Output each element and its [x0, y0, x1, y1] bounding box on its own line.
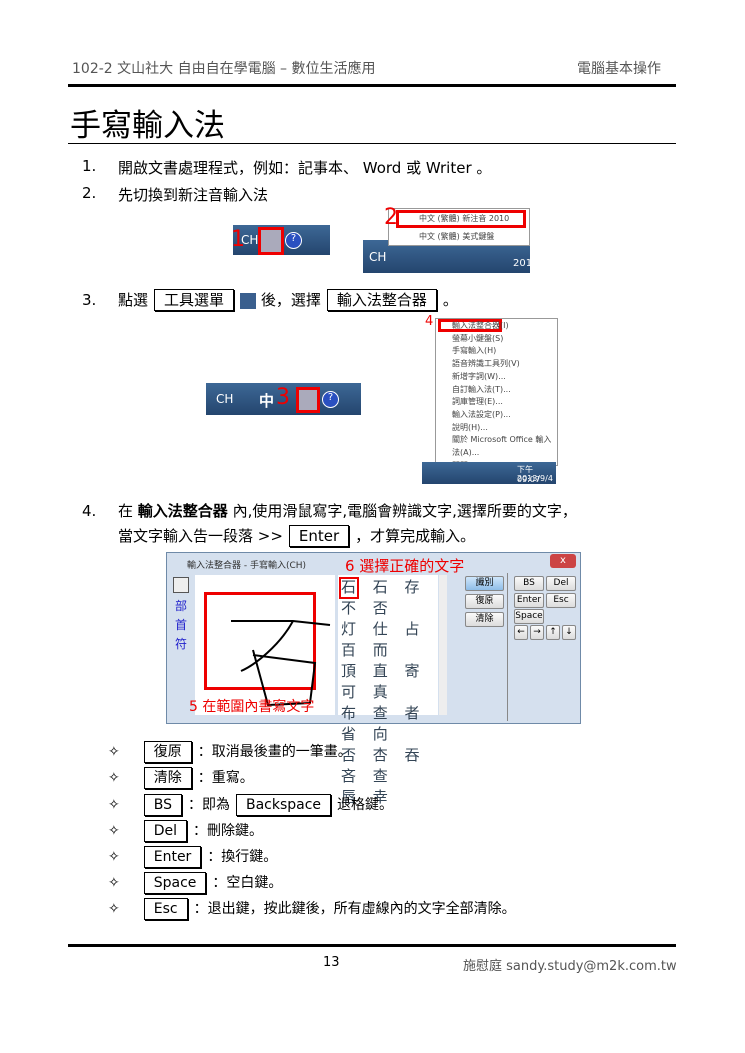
handwriting-stroke [231, 620, 331, 707]
step-3-text: 點選 工具選單 後，選擇 輸入法整合器。 [118, 289, 458, 311]
taskbar-screenshot-1: CH ? [233, 225, 330, 255]
side-tabs: 部 首 符 [175, 597, 187, 654]
left-arrow-button[interactable]: ← [514, 625, 528, 640]
candidate-row[interactable]: 頂 直 寄 可 真 [341, 661, 438, 703]
side-tab[interactable]: 部 [175, 597, 187, 616]
header-rule [68, 84, 676, 87]
menu-item[interactable]: 輸入法設定(P)... [452, 409, 557, 422]
candidate-row[interactable]: 灯 仕 占 百 而 [341, 619, 438, 661]
bullet-enter: ✧ Enter ：換行鍵。 [108, 846, 277, 868]
side-tab[interactable]: 符 [175, 635, 187, 654]
step-1-text: 開啟文書處理程式，例如：記事本、 Word 或 Writer 。 [118, 159, 492, 177]
tools-icon [240, 292, 257, 309]
candidate-list[interactable]: 石 石 存 不 否 灯 仕 占 百 而 頂 直 寄 可 真 布 查 者 省 向 … [338, 575, 438, 806]
help-icon: ? [322, 391, 339, 408]
pen-icon[interactable] [173, 577, 189, 593]
bullet-undo: ✧ 復原 ：取消最後畫的一筆畫。 [108, 741, 352, 763]
menu-item[interactable]: 詞庫管理(E)... [452, 396, 557, 409]
candidate-row[interactable]: 否 杏 吞 吝 查 [341, 745, 438, 787]
clear-button[interactable]: 清除 [465, 612, 504, 627]
step-number: 2. [82, 184, 97, 202]
bullet-bs: ✧ BS ：即為 Backspace 退格鍵。 [108, 794, 393, 816]
menu-item[interactable]: 輸入法整合器(I) [452, 320, 557, 333]
tools-menu: 輸入法整合器(I) 螢幕小鍵盤(S) 手寫輸入(H) 語音辨識工具列(V) 新增… [435, 318, 558, 470]
candidate-scrollbar[interactable] [439, 575, 447, 715]
bullet-icon: ✧ [108, 901, 120, 917]
ime-menu: 中文 (繁體) 新注音 2010 中文 (繁體) 美式鍵盤 [388, 208, 530, 246]
writing-pad[interactable] [195, 575, 335, 715]
menu-item[interactable]: 說明(H)... [452, 422, 557, 435]
header-topic: 電腦基本操作 [577, 61, 661, 77]
document-page: 102-2 文山社大 自由自在學電腦 – 數位生活應用 電腦基本操作 手寫輸入法… [0, 0, 745, 1053]
bullet-icon: ✧ [108, 770, 120, 786]
step-number: 4. [82, 502, 97, 520]
step-4-text-line2: 當文字輸入告一段落 >> Enter ，才算完成輸入。 [118, 525, 476, 547]
footer-rule [68, 944, 676, 947]
menu-item[interactable]: 螢幕小鍵盤(S) [452, 333, 557, 346]
bullet-clear: ✧ 清除 ：重寫。 [108, 767, 254, 789]
tools-menu-key: 工具選單 [154, 289, 235, 311]
down-arrow-button[interactable]: ↓ [562, 625, 576, 640]
del-button[interactable]: Del [546, 576, 576, 591]
step-number: 1. [82, 157, 97, 175]
menu-item[interactable]: 語音辨識工具列(V) [452, 358, 557, 371]
title-rule [68, 143, 676, 144]
step-4-text: 在 輸入法整合器 內,使用滑鼠寫字,電腦會辨識文字,選擇所要的文字， [118, 502, 577, 520]
footer-author: 施慰庭 sandy.study@m2k.com.tw [463, 959, 677, 974]
taskbar-screenshot-4: 下午 09:07 2013/9/4 [422, 462, 556, 484]
close-button[interactable]: x [550, 554, 576, 568]
up-arrow-button[interactable]: ↑ [546, 625, 560, 640]
menu-item[interactable]: 手寫輸入(H) [452, 345, 557, 358]
ime-integrator-window: 輸入法整合器 - 手寫輸入(CH) x 6 選擇正確的文字 部 首 符 5 在範… [166, 552, 581, 806]
window-title: 輸入法整合器 - 手寫輸入(CH) [187, 561, 307, 571]
keyboard-icon [258, 227, 284, 255]
help-icon: ? [285, 232, 302, 249]
bullet-icon: ✧ [108, 849, 120, 865]
bullet-del: ✧ Del ：刪除鍵。 [108, 820, 263, 842]
space-button[interactable]: Space [514, 609, 544, 624]
enter-key: Enter [288, 525, 350, 547]
bullet-esc: ✧ Esc ：退出鍵，按此鍵後，所有虛線內的文字全部清除。 [108, 898, 516, 920]
side-tab[interactable]: 首 [175, 616, 187, 635]
bullet-icon: ✧ [108, 744, 120, 760]
menu-item-us-keyboard[interactable]: 中文 (繁體) 美式鍵盤 [419, 231, 494, 242]
recognize-button[interactable]: 識別 [465, 576, 504, 591]
tools-icon [296, 387, 320, 413]
page-title: 手寫輸入法 [70, 108, 225, 144]
header-course: 102-2 文山社大 自由自在學電腦 – 數位生活應用 [72, 61, 376, 77]
menu-item[interactable]: 新增字詞(W)... [452, 371, 557, 384]
step-number: 3. [82, 291, 97, 309]
bullet-space: ✧ Space ：空白鍵。 [108, 872, 282, 894]
bs-button[interactable]: BS [514, 576, 544, 591]
step-2-text: 先切換到新注音輸入法 [118, 186, 269, 204]
menu-item-new-phonetic[interactable]: 中文 (繁體) 新注音 2010 [419, 213, 509, 224]
menu-item[interactable]: 自訂輸入法(T)... [452, 384, 557, 397]
esc-button[interactable]: Esc [546, 593, 576, 608]
right-arrow-button[interactable]: → [530, 625, 544, 640]
page-number: 13 [323, 955, 340, 970]
candidate-row[interactable]: 布 查 者 省 向 [341, 703, 438, 745]
bullet-icon: ✧ [108, 797, 120, 813]
undo-button[interactable]: 復原 [465, 594, 504, 609]
enter-button[interactable]: Enter [514, 593, 544, 608]
bullet-icon: ✧ [108, 875, 120, 891]
bullet-icon: ✧ [108, 823, 120, 839]
candidate-row[interactable]: 石 石 存 不 否 [341, 577, 438, 619]
ime-integrator-key: 輸入法整合器 [326, 289, 437, 311]
menu-item[interactable]: 關於 Microsoft Office 輸入法(A)... [452, 434, 557, 459]
